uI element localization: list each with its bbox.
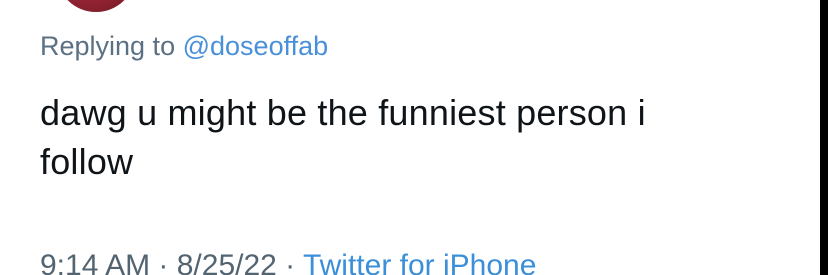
replying-to-label: Replying to [40,31,176,61]
tweet-metadata: 9:14 AM · 8/25/22 · Twitter for iPhone [40,248,536,275]
meta-separator: · [150,249,177,275]
replying-to-line: Replying to @doseoffab [40,30,328,62]
tweet-date[interactable]: 8/25/22 [177,249,277,275]
avatar[interactable] [56,0,136,12]
screen-edge [820,0,828,275]
tweet-text-line: dawg u might be the funniest person i [40,92,646,133]
tweet-time[interactable]: 9:14 AM [40,249,150,275]
tweet-source-link[interactable]: Twitter for iPhone [303,249,536,275]
tweet-text: dawg u might be the funniest person i fo… [40,88,810,186]
meta-separator: · [276,249,303,275]
tweet-detail-view: Replying to @doseoffab dawg u might be t… [0,0,828,275]
mentioned-user-link[interactable]: @doseoffab [183,31,329,61]
tweet-text-line: follow [40,141,134,182]
